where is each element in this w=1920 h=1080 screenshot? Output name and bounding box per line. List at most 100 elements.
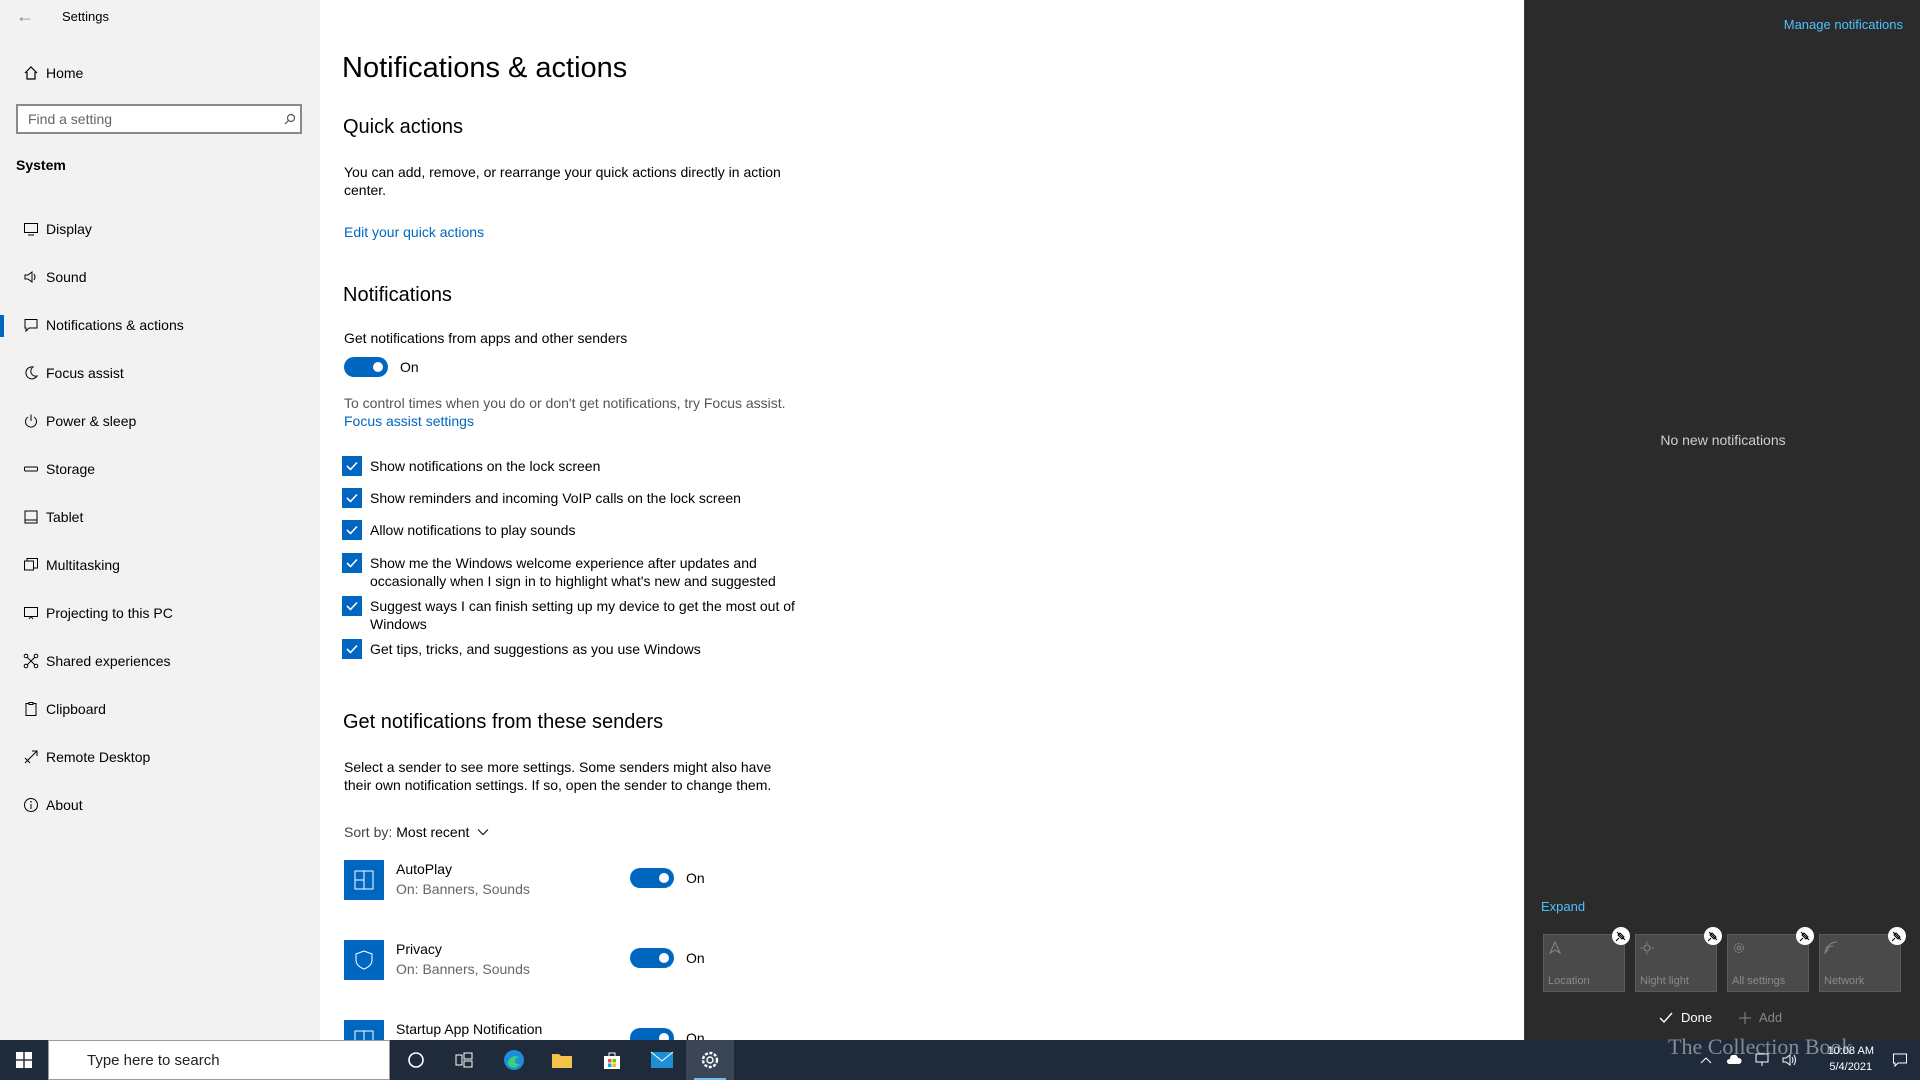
get-notifications-label: Get notifications from apps and other se… [344, 330, 628, 346]
nav-home[interactable]: Home [0, 60, 320, 86]
checkbox-checked-icon[interactable] [342, 639, 362, 659]
nav-item-label: Multitasking [46, 557, 120, 573]
unpin-icon[interactable] [1888, 927, 1906, 945]
quick-action-location[interactable]: Location [1543, 927, 1630, 992]
settings-sidebar: ← Settings Home System Display Sound Not… [0, 0, 320, 1040]
chevron-down-icon [477, 828, 489, 836]
nav-item-display[interactable]: Display [0, 205, 320, 253]
checkbox-welcome-experience[interactable]: Show me the Windows welcome experience a… [342, 553, 802, 590]
nav-item-focus-assist[interactable]: Focus assist [0, 349, 320, 397]
nav-item-shared-experiences[interactable]: Shared experiences [0, 637, 320, 685]
nav-item-sound[interactable]: Sound [0, 253, 320, 301]
sender-privacy[interactable]: Privacy On: Banners, Sounds On [344, 940, 764, 982]
unpin-icon[interactable] [1704, 927, 1722, 945]
remote-desktop-icon [16, 749, 46, 765]
sender-autoplay[interactable]: AutoPlay On: Banners, Sounds On [344, 860, 764, 902]
edge-button[interactable] [490, 1040, 538, 1080]
add-label: Add [1759, 1010, 1783, 1025]
manage-notifications-link[interactable]: Manage notifications [1784, 17, 1903, 32]
quick-action-night-light[interactable]: Night light [1635, 927, 1722, 992]
nav-item-label: Focus assist [46, 365, 124, 381]
quick-action-all-settings[interactable]: All settings [1727, 927, 1814, 992]
nav-item-label: Power & sleep [46, 413, 137, 429]
action-center-button[interactable] [1880, 1040, 1920, 1080]
sender-summary: On: Banners, Sounds [396, 881, 530, 897]
quick-action-network[interactable]: Network [1819, 927, 1906, 992]
checkbox-checked-icon[interactable] [342, 520, 362, 540]
checkbox-lock-screen[interactable]: Show notifications on the lock screen [342, 456, 802, 476]
nav-item-about[interactable]: About [0, 781, 320, 829]
find-setting-search[interactable] [16, 104, 302, 134]
projecting-icon [16, 605, 46, 621]
nav-item-storage[interactable]: Storage [0, 445, 320, 493]
sender-name: Startup App Notification [396, 1021, 543, 1037]
edit-quick-actions-link[interactable]: Edit your quick actions [344, 224, 484, 240]
checkbox-tips[interactable]: Get tips, tricks, and suggestions as you… [342, 639, 802, 659]
settings-taskbar-button[interactable] [686, 1040, 734, 1080]
nav-item-multitasking[interactable]: Multitasking [0, 541, 320, 589]
find-setting-input[interactable] [26, 110, 280, 128]
get-notifications-toggle[interactable]: On [344, 357, 419, 377]
nav-item-remote-desktop[interactable]: Remote Desktop [0, 733, 320, 781]
nav-item-power-sleep[interactable]: Power & sleep [0, 397, 320, 445]
gear-icon [700, 1050, 720, 1070]
nav-item-label: Display [46, 221, 92, 237]
toggle-state: On [686, 1030, 705, 1040]
nav-item-label: Sound [46, 269, 87, 285]
task-view-icon [455, 1052, 473, 1068]
startup-app-icon [344, 1020, 384, 1040]
checkbox-checked-icon[interactable] [342, 488, 362, 508]
nav-item-notifications-actions[interactable]: Notifications & actions [0, 301, 320, 349]
checkbox-checked-icon[interactable] [342, 456, 362, 476]
folder-icon [551, 1051, 573, 1069]
toggle-state: On [686, 950, 705, 966]
toggle-switch[interactable] [344, 357, 388, 377]
unpin-icon[interactable] [1796, 927, 1814, 945]
done-button[interactable]: Done [1659, 1010, 1712, 1025]
location-icon [1548, 940, 1562, 960]
toggle-switch[interactable] [630, 1028, 674, 1040]
page-title: Notifications & actions [342, 52, 628, 84]
nav-item-projecting[interactable]: Projecting to this PC [0, 589, 320, 637]
checkbox-voip-lock-screen[interactable]: Show reminders and incoming VoIP calls o… [342, 488, 802, 508]
checkbox-label: Show reminders and incoming VoIP calls o… [370, 490, 741, 506]
sender-toggle[interactable]: On [630, 948, 705, 968]
task-view-button[interactable] [440, 1040, 488, 1080]
cortana-button[interactable] [392, 1040, 440, 1080]
taskbar-search-box[interactable]: Type here to search [48, 1040, 390, 1080]
window-title: Settings [62, 9, 109, 24]
checkbox-checked-icon[interactable] [342, 553, 362, 573]
sort-by-value: Most recent [396, 824, 470, 840]
expand-link[interactable]: Expand [1541, 899, 1585, 914]
plus-icon [1739, 1011, 1751, 1024]
back-arrow-icon[interactable]: ← [16, 6, 34, 27]
mail-button[interactable] [638, 1040, 686, 1080]
sender-startup-app-notification[interactable]: Startup App Notification On [344, 1020, 764, 1040]
nav-item-clipboard[interactable]: Clipboard [0, 685, 320, 733]
toggle-switch[interactable] [630, 948, 674, 968]
checkbox-checked-icon[interactable] [342, 596, 362, 616]
focus-assist-settings-link[interactable]: Focus assist settings [344, 413, 474, 429]
unpin-icon[interactable] [1612, 927, 1630, 945]
checkbox-finish-setup[interactable]: Suggest ways I can finish setting up my … [342, 596, 802, 633]
nav-item-tablet[interactable]: Tablet [0, 493, 320, 541]
focus-assist-hint: To control times when you do or don't ge… [344, 395, 786, 411]
checkbox-play-sounds[interactable]: Allow notifications to play sounds [342, 520, 802, 540]
sender-toggle[interactable]: On [630, 868, 705, 888]
toggle-switch[interactable] [630, 868, 674, 888]
sender-toggle[interactable]: On [630, 1028, 705, 1040]
sort-by-dropdown[interactable]: Sort by: Most recent [344, 824, 489, 840]
checkbox-label: Allow notifications to play sounds [370, 522, 576, 538]
nav-home-label: Home [46, 65, 84, 81]
clipboard-icon [16, 701, 46, 717]
toggle-state: On [686, 870, 705, 886]
search-icon[interactable] [280, 113, 300, 125]
checkbox-label: Show notifications on the lock screen [370, 458, 601, 474]
watermark-text: The Collection Book [1668, 1034, 1853, 1059]
nav-item-label: Shared experiences [46, 653, 171, 669]
notifications-heading: Notifications [343, 284, 452, 306]
store-button[interactable] [588, 1040, 636, 1080]
add-button[interactable]: Add [1739, 1010, 1782, 1025]
file-explorer-button[interactable] [538, 1040, 586, 1080]
start-button[interactable] [0, 1040, 48, 1080]
